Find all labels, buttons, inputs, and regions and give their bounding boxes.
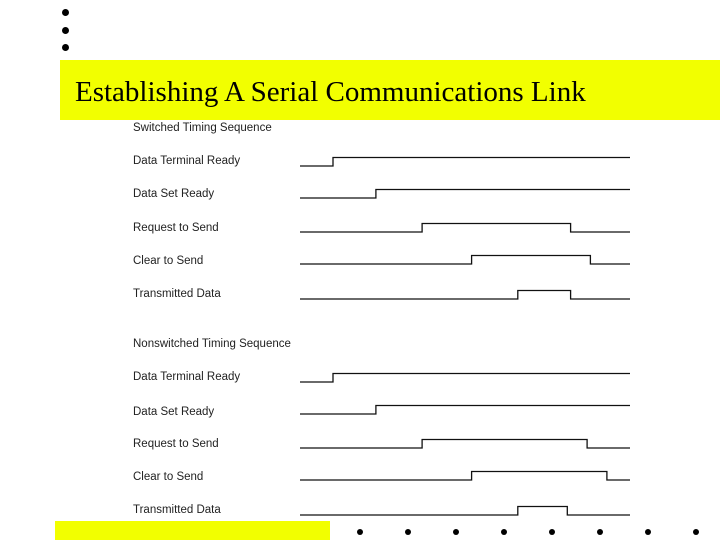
waveform-data-set-ready: [300, 404, 630, 415]
bullet-dot: [645, 529, 651, 535]
waveform-transmitted-data: [300, 289, 630, 300]
waveform-request-to-send: [300, 438, 630, 449]
bullet-dot: [405, 529, 411, 535]
waveform-data-terminal-ready: [300, 156, 630, 167]
waveform-request-to-send: [300, 222, 630, 233]
bullet-dot: [357, 529, 363, 535]
footer-band: [55, 521, 330, 540]
bullet-dot: [693, 529, 699, 535]
waveform-clear-to-send: [300, 254, 630, 265]
waveform-transmitted-data: [300, 505, 630, 516]
waveform-data-terminal-ready: [300, 372, 630, 383]
waveform-clear-to-send: [300, 470, 630, 481]
waveforms: [300, 156, 630, 516]
bullet-dot: [549, 529, 555, 535]
bullet-dot: [501, 529, 507, 535]
bullet-dot: [453, 529, 459, 535]
waveform-data-set-ready: [300, 188, 630, 199]
bullet-dot: [597, 529, 603, 535]
